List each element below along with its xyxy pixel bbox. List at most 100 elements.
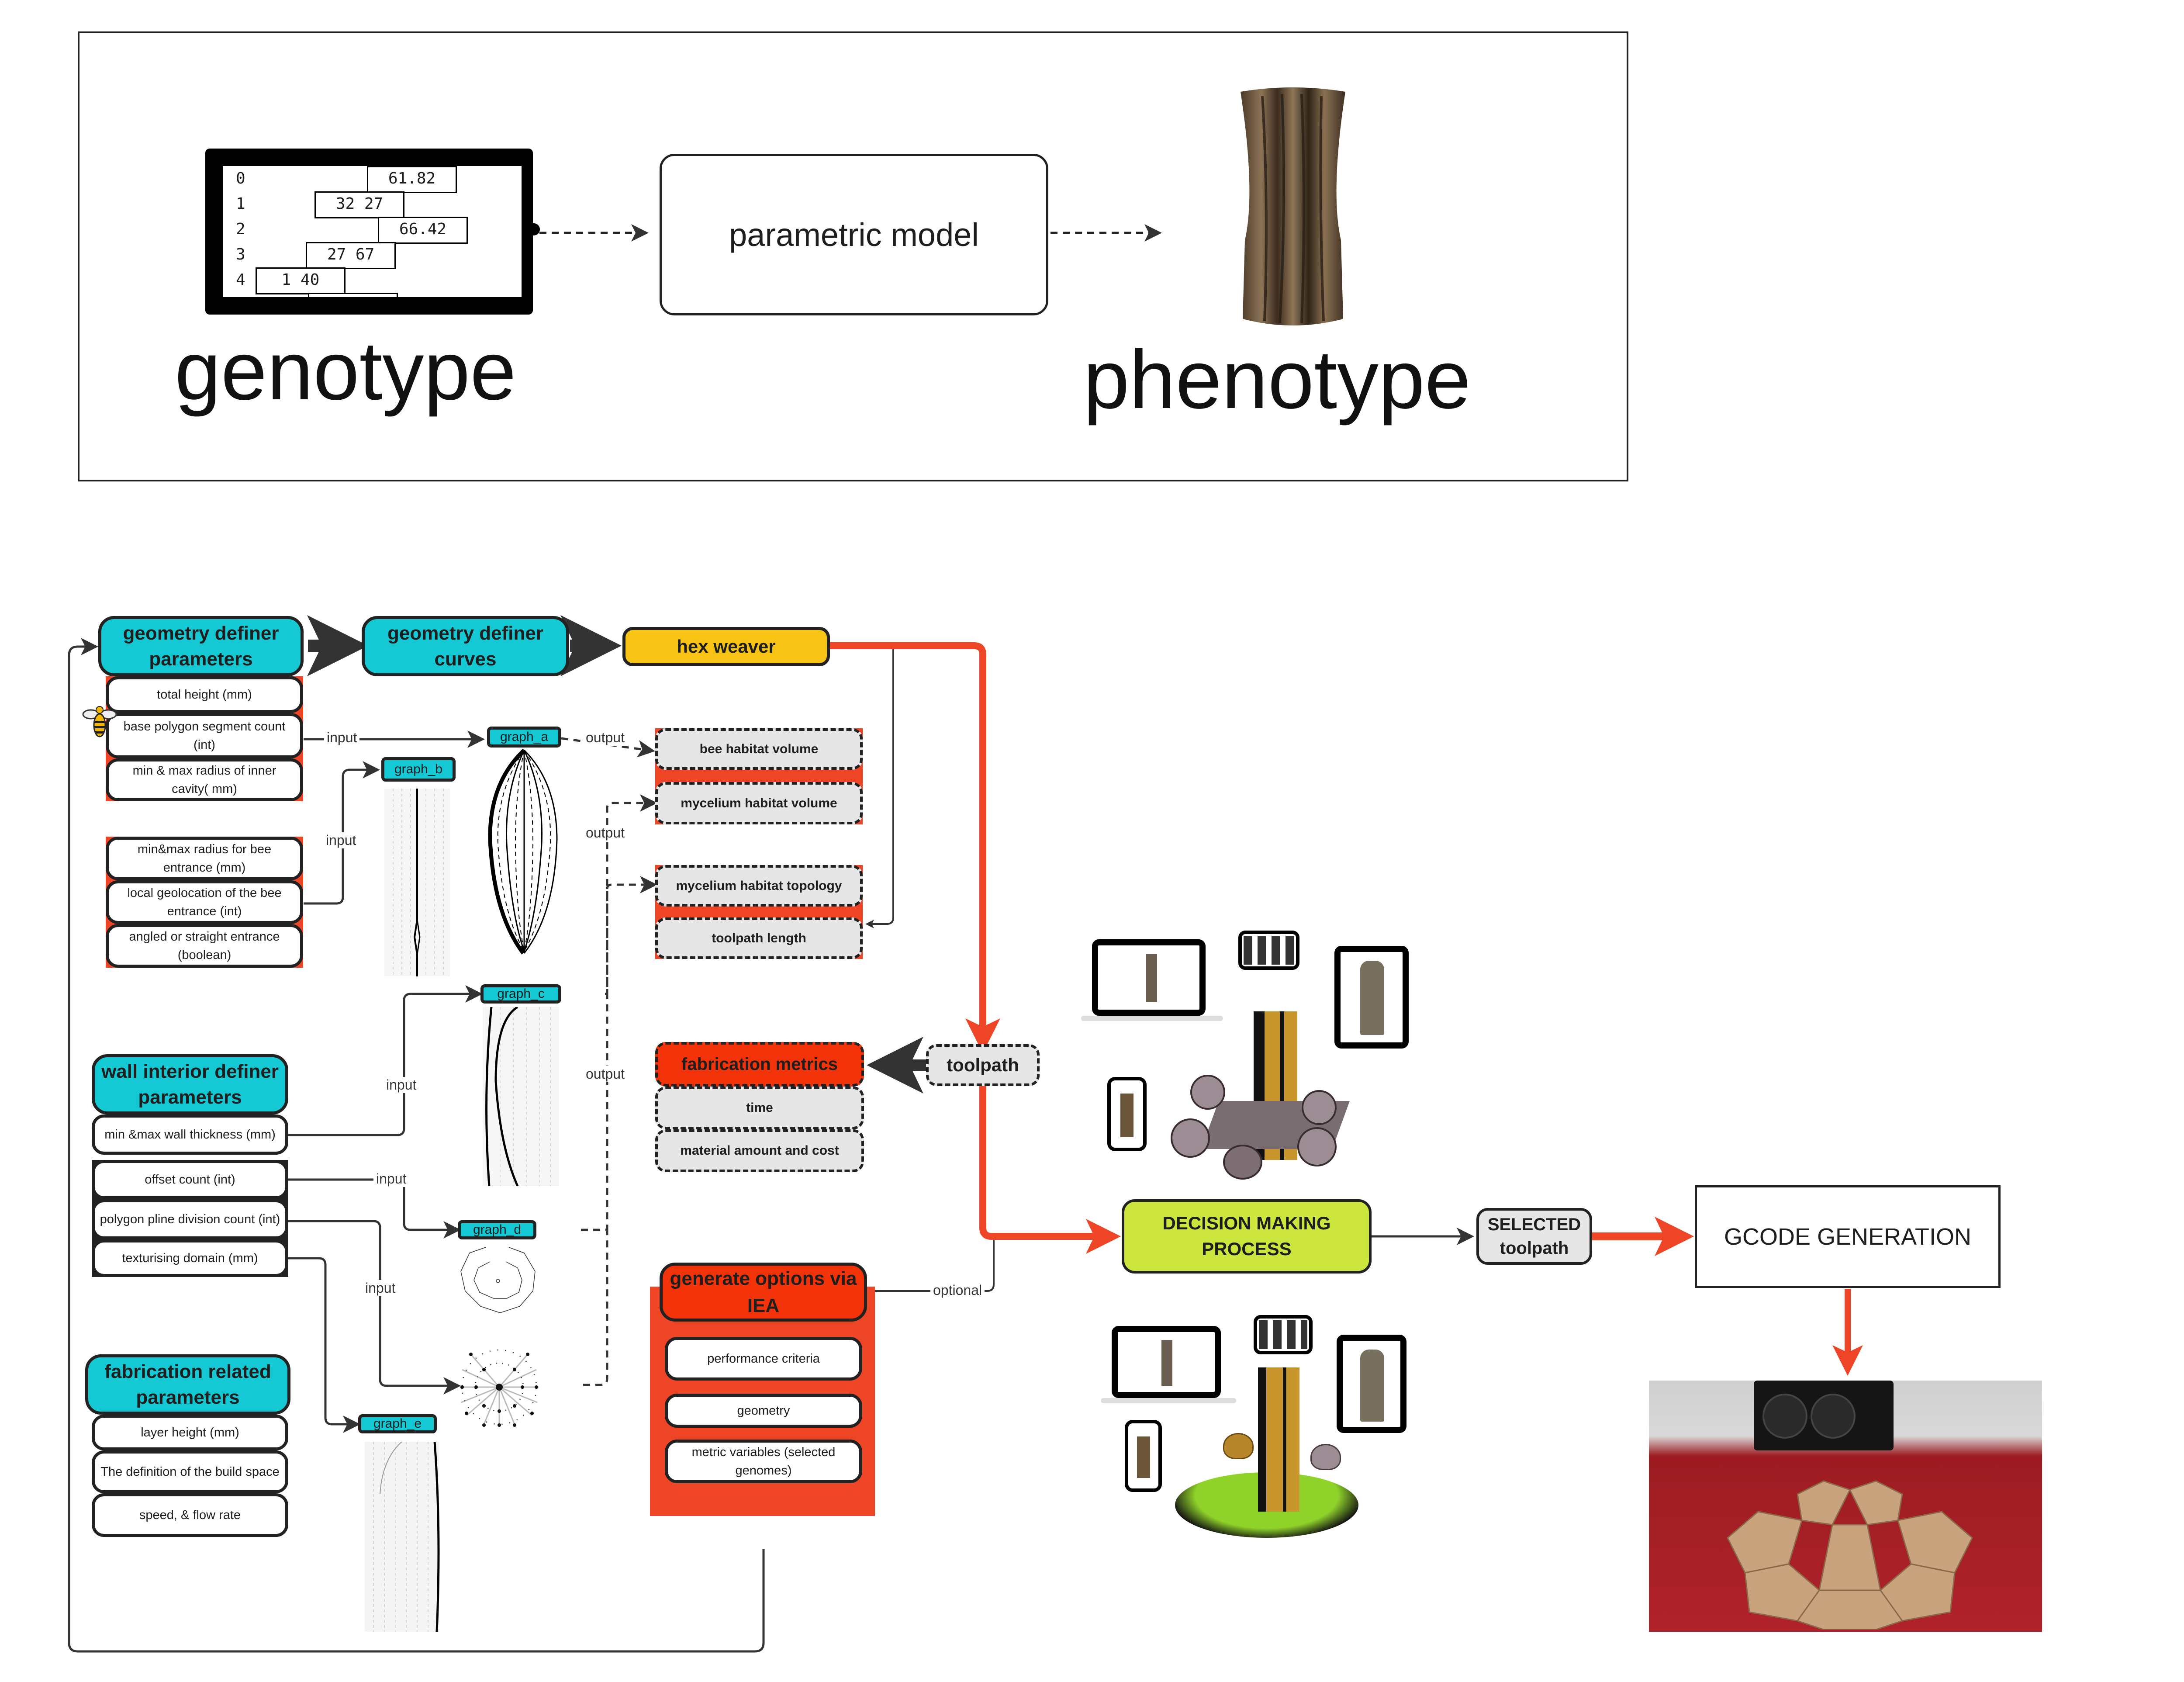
toolpath-box[interactable]: toolpath — [926, 1044, 1040, 1086]
graph-d-tag[interactable]: graph_d — [458, 1220, 536, 1239]
iea-header[interactable]: generate options via IEA — [660, 1263, 867, 1322]
genome-value[interactable]: 66.42 — [378, 217, 468, 244]
genome-index: 5 — [236, 296, 245, 297]
metric-time-box[interactable]: time — [655, 1087, 864, 1129]
input-label: input — [373, 1171, 409, 1187]
genome-value[interactable]: 32 27 — [314, 191, 404, 218]
graph-e-plot — [365, 1442, 440, 1632]
decision-making-process-box[interactable]: DECISION MAKING PROCESS — [1122, 1199, 1372, 1274]
genome-row: 0 61.82 — [223, 166, 522, 193]
param-bee-entrance-geolocation[interactable]: local geolocation of the bee entrance (i… — [106, 880, 303, 924]
output-label: output — [583, 1066, 627, 1082]
printed-hexagonal-lattice — [1727, 1480, 1973, 1630]
bee-icon — [82, 706, 117, 737]
genome-row: 1 32 27 — [223, 191, 522, 218]
toolpath-length-box[interactable]: toolpath length — [655, 917, 863, 959]
optional-label: optional — [930, 1282, 985, 1298]
graph-e-tag[interactable]: graph_e — [358, 1414, 437, 1433]
red-flow-weaver-to-toolpath — [830, 642, 1000, 1053]
tablet-icon — [1337, 1335, 1406, 1433]
parametric-model-box: parametric model — [660, 154, 1048, 315]
genome-index: 2 — [236, 220, 245, 238]
input-label: input — [323, 832, 359, 848]
person-icon — [1310, 1444, 1341, 1470]
genome-index: 4 — [236, 271, 245, 289]
iea-metric-variables[interactable]: metric variables (selected genomes) — [665, 1440, 862, 1483]
tablet-gallery-icon — [1254, 1315, 1313, 1354]
param-offset-count[interactable]: offset count (int) — [92, 1160, 288, 1199]
param-base-polygon-segment-count[interactable]: base polygon segment count (int) — [106, 713, 303, 758]
input-label: input — [363, 1280, 398, 1296]
fabrication-related-parameters-header[interactable]: fabrication related parameters — [85, 1354, 290, 1415]
graph-a-tag[interactable]: graph_a — [487, 727, 561, 748]
mycelium-habitat-topology-box[interactable]: mycelium habitat topology — [655, 865, 863, 907]
laptop-base — [1101, 1398, 1236, 1403]
3d-printer-photo — [1649, 1381, 2042, 1632]
person-icon — [1171, 1118, 1210, 1158]
laptop-icon — [1112, 1326, 1221, 1398]
bee-habitat-volume-box[interactable]: bee habitat volume — [655, 728, 863, 770]
iea-geometry[interactable]: geometry — [665, 1394, 862, 1428]
tablet-icon — [1334, 946, 1409, 1049]
tablet-gallery-icon — [1238, 931, 1299, 970]
collaboration-scene-illustration — [1079, 917, 1420, 1180]
gcode-generation-box[interactable]: GCODE GENERATION — [1695, 1185, 2001, 1288]
selected-toolpath-box[interactable]: SELECTED toolpath — [1476, 1208, 1592, 1265]
laptop-base — [1081, 1016, 1223, 1021]
genome-index: 0 — [236, 170, 245, 187]
genome-value[interactable]: 1 40 — [256, 267, 346, 294]
fabrication-metrics-header[interactable]: fabrication metrics — [655, 1042, 864, 1087]
person-icon — [1223, 1145, 1262, 1180]
graph-d-wireframe-plot — [460, 1349, 539, 1427]
graph-a-plot — [488, 748, 558, 955]
iea-performance-criteria[interactable]: performance criteria — [665, 1337, 862, 1381]
genome-value[interactable]: 28.33 — [308, 293, 398, 297]
param-build-space[interactable]: The definition of the build space — [92, 1450, 288, 1493]
genome-value[interactable]: 27 67 — [306, 242, 396, 269]
output-label: output — [583, 730, 627, 746]
param-bee-entrance-radius[interactable]: min&max radius for bee entrance (mm) — [106, 837, 303, 880]
hex-weaver-box[interactable]: hex weaver — [622, 627, 830, 666]
phone-icon — [1107, 1077, 1147, 1151]
genome-value[interactable]: 61.82 — [367, 166, 457, 193]
genome-row: 4 1 40 — [223, 267, 522, 294]
graph-b-tag[interactable]: graph_b — [381, 757, 456, 782]
param-texturising-domain[interactable]: texturising domain (mm) — [92, 1239, 288, 1277]
param-inner-cavity-radius[interactable]: min & max radius of inner cavity( mm) — [106, 758, 303, 801]
geometry-definer-curves-header[interactable]: geometry definer curves — [362, 616, 569, 676]
print-head-icon — [1754, 1381, 1894, 1450]
laptop-icon — [1092, 939, 1206, 1016]
genome-row: 5 28.33 — [223, 293, 522, 297]
input-label: input — [324, 730, 360, 746]
geometry-definer-parameters-header[interactable]: geometry definer parameters — [98, 616, 304, 676]
genome-row: 2 66.42 — [223, 217, 522, 244]
phenotype-label: phenotype — [1083, 333, 1471, 426]
input-label: input — [384, 1077, 419, 1093]
column-prototype-icon — [1258, 1367, 1299, 1512]
phone-icon — [1125, 1420, 1162, 1492]
genome-index: 3 — [236, 246, 245, 263]
person-icon — [1302, 1090, 1337, 1125]
param-polygon-pline-division-count[interactable]: polygon pline division count (int) — [92, 1199, 288, 1239]
genome-index: 1 — [236, 195, 245, 213]
metric-material-cost-box[interactable]: material amount and cost — [655, 1129, 864, 1172]
person-icon — [1297, 1127, 1337, 1166]
param-speed-flow-rate[interactable]: speed, & flow rate — [92, 1493, 288, 1537]
genome-row: 3 27 67 — [223, 242, 522, 269]
graph-c-tag[interactable]: graph_c — [480, 984, 561, 1004]
graph-d-plot — [460, 1247, 536, 1313]
graph-b-plot — [384, 789, 450, 976]
field-installation-illustration — [1092, 1306, 1424, 1542]
param-total-height[interactable]: total height (mm) — [106, 676, 303, 713]
mycelium-habitat-volume-box[interactable]: mycelium habitat volume — [655, 782, 863, 824]
genome-slider-component: 0 61.82 1 32 27 2 66.42 3 27 67 4 1 40 5… — [205, 149, 533, 315]
genotype-label: genotype — [175, 325, 516, 417]
column-render-icon — [1241, 87, 1345, 325]
genome-slider-list: 0 61.82 1 32 27 2 66.42 3 27 67 4 1 40 5… — [223, 166, 522, 297]
param-entrance-angle[interactable]: angled or straight entrance (boolean) — [106, 924, 303, 968]
param-layer-height[interactable]: layer height (mm) — [92, 1415, 288, 1450]
person-icon — [1190, 1075, 1225, 1110]
output-label: output — [583, 825, 627, 841]
param-wall-thickness[interactable]: min &max wall thickness (mm) — [92, 1114, 288, 1155]
wall-interior-definer-header[interactable]: wall interior definer parameters — [92, 1054, 288, 1114]
